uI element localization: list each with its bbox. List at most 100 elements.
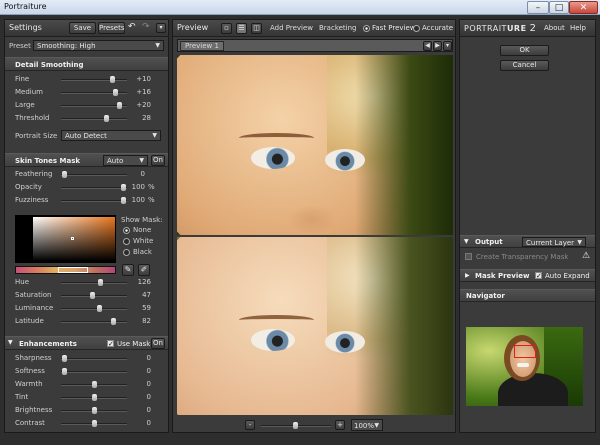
accurate-radio[interactable]: [413, 25, 420, 32]
minimize-button[interactable]: –: [527, 1, 549, 14]
tab-menu-icon[interactable]: ▾: [443, 41, 452, 51]
window-title: Portraiture: [4, 2, 47, 11]
preview-image-original[interactable]: [177, 55, 453, 235]
preset-label: Preset: [9, 42, 31, 50]
auto-expand-checkbox[interactable]: ✓: [535, 272, 542, 280]
collapse-icon[interactable]: ▼: [8, 339, 13, 346]
slider-track[interactable]: [61, 171, 127, 178]
slider-track[interactable]: [61, 102, 127, 109]
tab-prev-icon[interactable]: ◀: [423, 41, 432, 51]
maximize-button[interactable]: □: [549, 1, 569, 14]
color-marker[interactable]: [71, 237, 74, 240]
skin-on-button[interactable]: On: [151, 155, 165, 166]
navigator-thumbnail[interactable]: [466, 327, 583, 406]
zoom-dropdown[interactable]: 100% ▼: [351, 419, 383, 431]
header-menu-button[interactable]: ▾: [156, 23, 166, 33]
bracketing-button[interactable]: Bracketing: [319, 24, 357, 32]
use-mask-checkbox[interactable]: ✓: [107, 340, 114, 348]
zoom-slider[interactable]: [261, 422, 331, 429]
preset-dropdown[interactable]: Smoothing: High ▼: [33, 40, 164, 51]
show-mask-white-radio[interactable]: [123, 238, 130, 245]
ok-button[interactable]: OK: [500, 45, 549, 56]
output-header[interactable]: ▼ Output Current Layer ▼: [460, 235, 595, 248]
zoom-out-button[interactable]: -: [245, 420, 255, 430]
show-mask-black-radio[interactable]: [123, 249, 130, 256]
detail-smoothing-header[interactable]: Detail Smoothing: [5, 57, 168, 71]
portrait-size-dropdown[interactable]: Auto Detect ▼: [61, 130, 161, 141]
slider-knob[interactable]: [92, 381, 97, 388]
slider-track[interactable]: [61, 318, 127, 325]
preview-panel: Preview ▫ ☰ ◫ Add Preview Bracketing Fas…: [172, 19, 456, 433]
skin-mode-dropdown[interactable]: Auto ▼: [103, 155, 148, 166]
enhancements-header[interactable]: ▼ Enhancements ✓ Use Mask On: [5, 336, 168, 350]
slider-knob[interactable]: [92, 407, 97, 414]
slider-knob[interactable]: [92, 394, 97, 401]
slider-knob[interactable]: [92, 420, 97, 427]
navigator-viewport[interactable]: [514, 345, 536, 358]
slider-knob[interactable]: [97, 305, 102, 312]
tab-preview-1[interactable]: Preview 1: [180, 41, 224, 51]
skin-tones-header[interactable]: Skin Tones Mask Auto ▼ On: [5, 153, 168, 167]
eyedropper-minus-icon[interactable]: ✐: [138, 264, 150, 276]
split-horizontal-icon[interactable]: ☰: [236, 23, 247, 34]
show-mask-white-label: White: [133, 237, 154, 245]
eyedropper-icon[interactable]: ✎: [122, 264, 134, 276]
slider-knob[interactable]: [104, 115, 109, 122]
fast-preview-radio[interactable]: [363, 25, 370, 32]
hue-range-handle[interactable]: [58, 267, 88, 273]
slider-track[interactable]: [61, 368, 127, 375]
chevron-down-icon: ▼: [139, 157, 144, 164]
slider-track[interactable]: [61, 407, 127, 414]
slider-track[interactable]: [61, 355, 127, 362]
close-button[interactable]: ✕: [569, 1, 598, 14]
slider-track[interactable]: [61, 89, 127, 96]
slider-knob[interactable]: [62, 171, 67, 178]
single-view-icon[interactable]: ▫: [221, 23, 232, 34]
slider-knob[interactable]: [98, 279, 103, 286]
mask-preview-header[interactable]: ▶ Mask Preview ✓ Auto Expand: [460, 269, 595, 282]
collapse-icon[interactable]: ▼: [464, 238, 469, 245]
slider-knob[interactable]: [110, 76, 115, 83]
skin-color-picker[interactable]: [15, 215, 116, 263]
zoom-slider-knob[interactable]: [293, 422, 298, 429]
slider-track[interactable]: [61, 394, 127, 401]
transparency-checkbox[interactable]: [465, 253, 472, 260]
save-button[interactable]: Save: [69, 22, 96, 34]
show-mask-none-radio[interactable]: [123, 227, 130, 234]
undo-icon[interactable]: ↶: [128, 22, 136, 32]
slider-track[interactable]: [61, 197, 127, 204]
split-vertical-icon[interactable]: ◫: [251, 23, 262, 34]
slider-track[interactable]: [61, 76, 127, 83]
slider-track[interactable]: [61, 305, 127, 312]
right-panel: PORTRAITURE 2 About Help OK Cancel ▼ Out…: [459, 19, 596, 433]
expand-icon[interactable]: ▶: [465, 272, 470, 279]
slider-knob[interactable]: [113, 89, 118, 96]
slider-track[interactable]: [61, 292, 127, 299]
skin-mode-value: Auto: [107, 157, 124, 165]
presets-button[interactable]: Presets: [98, 22, 125, 34]
color-field[interactable]: [33, 217, 115, 261]
hue-range-bar[interactable]: [15, 266, 116, 274]
slider-label: Luminance: [15, 304, 54, 312]
preview-image-processed[interactable]: [177, 237, 453, 415]
cancel-button[interactable]: Cancel: [500, 60, 549, 71]
slider-track[interactable]: [61, 381, 127, 388]
slider-knob[interactable]: [90, 292, 95, 299]
tab-next-icon[interactable]: ▶: [433, 41, 442, 51]
slider-knob[interactable]: [111, 318, 116, 325]
output-dropdown[interactable]: Current Layer ▼: [522, 237, 586, 247]
enhancements-on-button[interactable]: On: [151, 338, 165, 349]
slider-knob[interactable]: [62, 368, 67, 375]
about-link[interactable]: About: [544, 24, 565, 32]
slider-knob[interactable]: [62, 355, 67, 362]
zoom-in-button[interactable]: +: [335, 420, 345, 430]
slider-track[interactable]: [61, 420, 127, 427]
slider-value: 28: [142, 114, 151, 122]
slider-track[interactable]: [61, 115, 127, 122]
slider-track[interactable]: [61, 279, 127, 286]
help-link[interactable]: Help: [570, 24, 586, 32]
add-preview-button[interactable]: Add Preview: [270, 24, 313, 32]
slider-track[interactable]: [61, 184, 127, 191]
redo-icon[interactable]: ↷: [142, 22, 150, 32]
slider-knob[interactable]: [117, 102, 122, 109]
